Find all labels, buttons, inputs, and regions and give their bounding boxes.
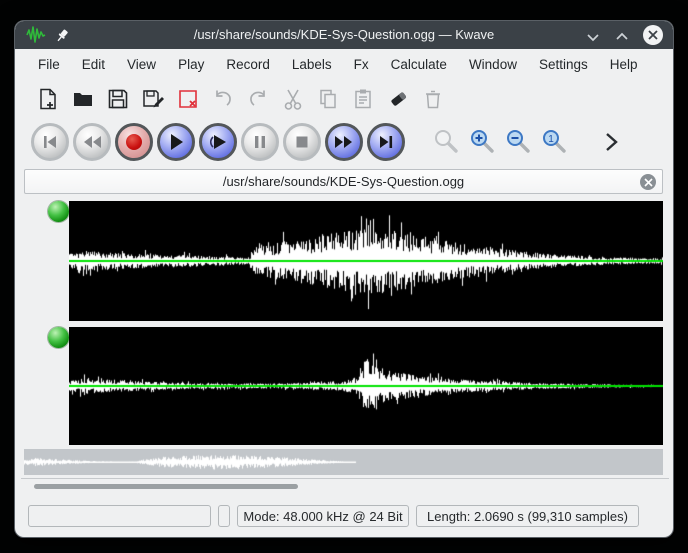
horizontal-scrollbar[interactable] — [24, 483, 663, 490]
signal-view — [24, 197, 663, 475]
save-icon[interactable] — [106, 87, 130, 111]
maximize-chevron-icon[interactable] — [614, 29, 630, 45]
pause-icon[interactable] — [241, 123, 279, 161]
tab-close-icon[interactable] — [640, 174, 656, 190]
stop-icon[interactable] — [283, 123, 321, 161]
save-as-icon[interactable] — [141, 87, 165, 111]
svg-text:1: 1 — [548, 134, 554, 145]
status-position-field — [28, 505, 211, 527]
play-icon[interactable] — [157, 123, 195, 161]
titlebar[interactable]: /usr/share/sounds/KDE-Sys-Question.ogg —… — [15, 21, 673, 49]
menu-item-labels[interactable]: Labels — [281, 54, 343, 75]
kwave-window: /usr/share/sounds/KDE-Sys-Question.ogg —… — [14, 20, 674, 538]
menu-item-window[interactable]: Window — [458, 54, 528, 75]
toolbar-overflow-chevron-icon[interactable] — [602, 131, 620, 153]
new-file-icon[interactable] — [36, 87, 60, 111]
zoom-toolbar-group: 1 — [433, 129, 568, 156]
waveform-channel-2[interactable] — [69, 327, 663, 445]
menu-item-record[interactable]: Record — [215, 54, 281, 75]
channel1-led-icon[interactable] — [48, 201, 69, 222]
menu-item-help[interactable]: Help — [599, 54, 649, 75]
zoom-out-icon[interactable] — [505, 129, 532, 156]
horizontal-scrollbar-thumb[interactable] — [34, 484, 298, 489]
statusbar: Mode: 48.000 kHz @ 24 Bit Length: 2.0690… — [28, 504, 639, 528]
overview-waveform[interactable] — [24, 449, 663, 475]
zoom-original-icon[interactable]: 1 — [541, 129, 568, 156]
menu-item-calculate[interactable]: Calculate — [380, 54, 458, 75]
menu-item-fx[interactable]: Fx — [343, 54, 380, 75]
rewind-icon[interactable] — [73, 123, 111, 161]
zoom-selection-icon[interactable] — [433, 129, 460, 156]
menu-item-file[interactable]: File — [27, 54, 71, 75]
waveform-channel-1[interactable] — [69, 201, 663, 321]
view-frame-line — [21, 478, 669, 479]
menubar: FileEditViewPlayRecordLabelsFxCalculateW… — [15, 49, 673, 79]
skip-to-start-icon[interactable] — [31, 123, 69, 161]
open-folder-icon[interactable] — [71, 87, 95, 111]
toolbar-file — [36, 81, 445, 117]
file-tab[interactable]: /usr/share/sounds/KDE-Sys-Question.ogg — [24, 169, 663, 194]
skip-to-end-icon[interactable] — [367, 123, 405, 161]
file-tab-label: /usr/share/sounds/KDE-Sys-Question.ogg — [223, 174, 464, 189]
eraser-icon[interactable] — [386, 87, 410, 111]
paste-icon[interactable] — [351, 87, 375, 111]
redo-icon[interactable] — [246, 87, 270, 111]
menu-item-play[interactable]: Play — [167, 54, 215, 75]
copy-icon[interactable] — [316, 87, 340, 111]
delete-icon[interactable] — [421, 87, 445, 111]
minimize-chevron-icon[interactable] — [585, 29, 601, 45]
window-title: /usr/share/sounds/KDE-Sys-Question.ogg —… — [15, 21, 673, 49]
status-grip-field — [218, 505, 230, 527]
status-length: Length: 2.0690 s (99,310 samples) — [416, 505, 639, 527]
close-icon[interactable] — [643, 25, 663, 45]
record-icon[interactable] — [115, 123, 153, 161]
menu-item-settings[interactable]: Settings — [528, 54, 599, 75]
loop-play-icon[interactable] — [199, 123, 237, 161]
zoom-in-icon[interactable] — [469, 129, 496, 156]
channel2-led-icon[interactable] — [48, 327, 69, 348]
menu-item-view[interactable]: View — [116, 54, 167, 75]
cut-icon[interactable] — [281, 87, 305, 111]
menu-item-edit[interactable]: Edit — [71, 54, 116, 75]
close-file-icon[interactable] — [176, 87, 200, 111]
forward-icon[interactable] — [325, 123, 363, 161]
status-mode: Mode: 48.000 kHz @ 24 Bit — [237, 505, 409, 527]
toolbar-playback: 1 — [31, 120, 620, 164]
undo-icon[interactable] — [211, 87, 235, 111]
